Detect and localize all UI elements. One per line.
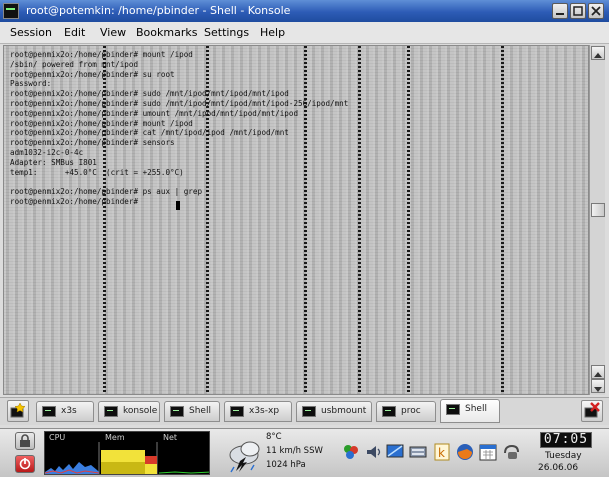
menu-edit[interactable]: Edit <box>64 26 85 39</box>
klipper-icon[interactable]: k <box>433 443 451 461</box>
terminal-icon <box>104 406 118 417</box>
menu-view[interactable]: View <box>100 26 126 39</box>
window-titlebar[interactable]: root@potemkin: /home/pbinder - Shell - K… <box>0 0 609 22</box>
calendar-icon[interactable] <box>479 443 497 461</box>
terminal-bg-stripe <box>501 46 504 394</box>
net-label: Net <box>163 433 178 442</box>
tab-label: proc <box>401 406 421 416</box>
menu-session[interactable]: Session <box>10 26 52 39</box>
terminal-line: root@penmix2o:/home/pbinder# umount /mnt… <box>10 108 299 118</box>
logout-button[interactable] <box>15 455 35 473</box>
firefox-icon[interactable] <box>456 443 474 461</box>
weather-temperature: 8°C <box>266 432 282 442</box>
menubar: Session Edit View Bookmarks Settings Hel… <box>0 22 609 44</box>
weather-icon[interactable] <box>226 435 262 473</box>
terminal-scrollbar[interactable] <box>589 45 605 395</box>
terminal-line: adm1032-i2c-0-4c <box>10 147 84 157</box>
tab-label: konsole <box>123 406 158 416</box>
tab-session[interactable]: proc <box>376 401 436 422</box>
clock-time[interactable]: 07:05 <box>540 432 592 448</box>
scroll-down-button[interactable] <box>591 379 605 393</box>
tab-label: usbmount <box>321 406 367 416</box>
terminal-bg-stripe <box>407 46 410 394</box>
clock-day: Tuesday <box>545 451 582 461</box>
minimize-button[interactable] <box>552 3 568 19</box>
volume-icon[interactable] <box>364 443 382 461</box>
terminal-icon <box>382 406 396 417</box>
lock-icon <box>20 434 30 447</box>
kde-panel: CPU Mem Net 8°C 11 km/h SSW 1024 hPa k 0… <box>0 428 609 477</box>
scroll-up-button-lower[interactable] <box>591 365 605 379</box>
keyboard-icon[interactable] <box>409 443 427 461</box>
arrow-up-icon <box>594 53 602 58</box>
menu-bookmarks[interactable]: Bookmarks <box>136 26 197 39</box>
terminal-line: Adapter: SMBus I801 <box>10 157 97 167</box>
terminal-text: root@penmix2o:/home/pbinder# mount /ipod… <box>10 50 348 207</box>
terminal-line: temp1: +45.0°C (crit = +255.0°C) <box>10 167 184 177</box>
tab-session[interactable]: x3s-xp <box>224 401 292 422</box>
lock-screen-button[interactable] <box>15 432 35 450</box>
cpu-label: CPU <box>49 433 66 442</box>
terminal-cursor <box>176 201 180 210</box>
tab-session[interactable]: x3s <box>36 401 94 422</box>
maximize-button[interactable] <box>570 3 586 19</box>
terminal-icon <box>230 406 244 417</box>
terminal-icon <box>170 406 184 417</box>
terminal-output[interactable]: root@penmix2o:/home/pbinder# mount /ipod… <box>3 45 589 395</box>
close-session-icon <box>584 402 600 418</box>
weather-pressure: 1024 hPa <box>266 460 306 470</box>
system-monitor[interactable]: CPU Mem Net <box>44 431 210 475</box>
minimize-icon <box>556 13 564 15</box>
tab-session-active[interactable]: Shell <box>440 399 500 423</box>
clock-date: 26.06.06 <box>538 463 579 473</box>
terminal-line: root@penmix2o:/home/pbinder# sudo /mnt/i… <box>10 89 289 99</box>
cpu-graph <box>45 442 209 474</box>
power-icon <box>19 458 31 470</box>
terminal-line: root@penmix2o:/home/pbinder# su root <box>10 69 175 79</box>
terminal-bg-stripe <box>358 46 361 394</box>
updates-icon[interactable] <box>502 443 520 461</box>
terminal-line: root@penmix2o:/home/pbinder# ps aux | gr… <box>10 187 203 197</box>
mem-label: Mem <box>105 433 125 442</box>
konsole-window: root@potemkin: /home/pbinder - Shell - K… <box>0 0 609 428</box>
menu-help[interactable]: Help <box>260 26 285 39</box>
close-session-button[interactable] <box>581 400 603 422</box>
tab-label: Shell <box>465 404 487 414</box>
window-title: root@potemkin: /home/pbinder - Shell - K… <box>26 4 291 17</box>
close-button[interactable] <box>588 3 604 19</box>
scrollbar-thumb[interactable] <box>591 203 605 217</box>
maximize-icon <box>573 6 583 16</box>
terminal-line: Password: <box>10 79 52 89</box>
arrow-down-icon <box>594 387 602 392</box>
menu-settings[interactable]: Settings <box>204 26 249 39</box>
tab-session[interactable]: konsole <box>98 401 160 422</box>
network-icon[interactable] <box>342 443 360 461</box>
svg-text:k: k <box>438 446 445 460</box>
new-session-button[interactable] <box>7 400 29 422</box>
terminal-icon[interactable] <box>3 3 19 19</box>
terminal-line: root@penmix2o:/home/pbinder# sudo /mnt/i… <box>10 98 349 108</box>
terminal-icon <box>42 406 56 417</box>
scroll-up-button[interactable] <box>591 46 605 60</box>
session-tabbar: x3s konsole Shell x3s-xp usbmount proc S… <box>0 397 609 425</box>
new-session-icon <box>10 402 26 418</box>
terminal-line: /sbin/ powered from mnt/ipod <box>10 59 139 69</box>
terminal-line: root@penmix2o:/home/pbinder# mount /ipod <box>10 50 193 59</box>
terminal-line: root@penmix2o:/home/pbinder# sensors <box>10 138 175 148</box>
weather-wind: 11 km/h SSW <box>266 446 323 456</box>
tab-label: Shell <box>189 406 211 416</box>
terminal-icon <box>446 404 460 415</box>
tab-label: x3s <box>61 406 77 416</box>
terminal-line: root@penmix2o:/home/pbinder# cat /mnt/ip… <box>10 128 289 138</box>
tab-label: x3s-xp <box>249 406 280 416</box>
terminal-icon <box>302 406 316 417</box>
tab-session[interactable]: Shell <box>164 401 220 422</box>
close-icon <box>591 6 601 16</box>
display-icon[interactable] <box>386 443 404 461</box>
terminal-line: root@penmix2o:/home/pbinder# mount /ipod <box>10 118 193 128</box>
tab-session[interactable]: usbmount <box>296 401 372 422</box>
